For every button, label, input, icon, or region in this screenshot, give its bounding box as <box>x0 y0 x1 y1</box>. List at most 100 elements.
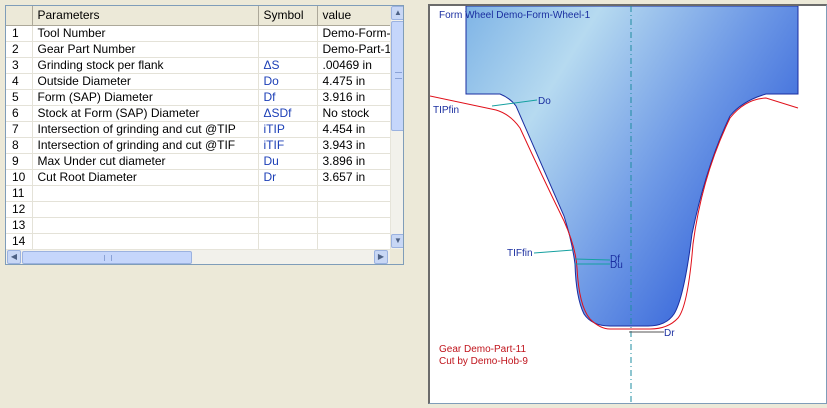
gear-part-label: Gear Demo-Part-11 <box>439 344 527 355</box>
horizontal-scroll-thumb[interactable] <box>22 251 192 264</box>
symbol-cell[interactable] <box>258 201 318 218</box>
scroll-right-button[interactable]: ▶ <box>374 250 388 264</box>
scroll-left-button[interactable]: ◀ <box>7 250 21 264</box>
symbol-cell[interactable]: iTIF <box>258 137 318 154</box>
value-cell[interactable] <box>317 185 391 202</box>
do-label: Do <box>538 96 551 107</box>
parameter-cell[interactable]: Stock at Form (SAP) Diameter <box>32 105 259 122</box>
value-cell[interactable]: 4.454 in <box>317 121 391 138</box>
column-header-parameters[interactable]: Parameters <box>32 6 259 26</box>
symbol-cell[interactable]: Du <box>258 153 318 170</box>
row-number-cell[interactable]: 9 <box>6 153 33 170</box>
value-cell[interactable]: .00469 in <box>317 57 391 74</box>
form-wheel-shape <box>465 6 799 327</box>
value-cell[interactable]: 4.475 in <box>317 73 391 90</box>
symbol-cell[interactable]: iTIP <box>258 121 318 138</box>
symbol-cell[interactable]: Dr <box>258 169 318 186</box>
table-row[interactable]: 13 <box>6 217 391 234</box>
row-number-cell[interactable]: 13 <box>6 217 33 234</box>
table-row[interactable]: 5 Form (SAP) Diameter Df 3.916 in <box>6 89 391 106</box>
triangle-right-icon: ▶ <box>377 252 385 261</box>
row-number-cell[interactable]: 8 <box>6 137 33 154</box>
table-row[interactable]: 3 Grinding stock per flank ΔS .00469 in <box>6 57 391 74</box>
form-wheel-drawing-panel[interactable]: Form Wheel Demo-Form-Wheel-1 TIPfin Do T… <box>428 4 827 404</box>
parameter-cell[interactable]: Outside Diameter <box>32 73 259 90</box>
parameter-cell[interactable]: Gear Part Number <box>32 41 259 58</box>
value-cell[interactable] <box>317 217 391 234</box>
parameter-grid[interactable]: Parameters Symbol value 1 Tool Number Demo… <box>5 5 404 265</box>
vertical-scrollbar[interactable]: ▲ ▼ <box>390 6 403 249</box>
row-number-cell[interactable]: 11 <box>6 185 33 202</box>
symbol-cell[interactable] <box>258 25 318 42</box>
scroll-up-button[interactable]: ▲ <box>391 6 403 20</box>
parameter-table: Parameters Symbol value 1 Tool Number Demo… <box>6 6 391 250</box>
header-row: Parameters Symbol value <box>6 6 391 26</box>
symbol-cell[interactable]: Do <box>258 73 318 90</box>
value-cell[interactable] <box>317 201 391 218</box>
scroll-down-button[interactable]: ▼ <box>391 234 403 248</box>
table-row[interactable]: 8 Intersection of grinding and cut @TIF iT… <box>6 137 391 154</box>
value-cell[interactable]: 3.896 in <box>317 153 391 170</box>
table-row[interactable]: 14 <box>6 233 391 250</box>
grip-icon <box>395 72 402 79</box>
value-cell[interactable]: 3.943 in <box>317 137 391 154</box>
parameter-cell[interactable]: Intersection of grinding and cut @TIP <box>32 121 259 138</box>
table-row[interactable]: 2 Gear Part Number Demo-Part-1 <box>6 41 391 58</box>
parameter-cell[interactable] <box>32 233 259 250</box>
column-header-value[interactable]: value <box>317 6 391 26</box>
triangle-up-icon: ▲ <box>394 8 402 17</box>
parameter-cell[interactable]: Form (SAP) Diameter <box>32 89 259 106</box>
cut-by-label: Cut by Demo-Hob-9 <box>439 356 528 367</box>
row-number-cell[interactable]: 1 <box>6 25 33 42</box>
table-row[interactable]: 10 Cut Root Diameter Dr 3.657 in <box>6 169 391 186</box>
table-row[interactable]: 4 Outside Diameter Do 4.475 in <box>6 73 391 90</box>
value-cell[interactable] <box>317 233 391 250</box>
row-number-cell[interactable]: 3 <box>6 57 33 74</box>
tiffin-label: TIFfin <box>507 248 533 259</box>
row-number-header[interactable] <box>6 6 33 26</box>
value-cell[interactable]: 3.657 in <box>317 169 391 186</box>
value-cell[interactable]: Demo-Form- <box>317 25 391 42</box>
value-cell[interactable]: No stock <box>317 105 391 122</box>
symbol-cell[interactable]: Df <box>258 89 318 106</box>
scroll-corner <box>390 249 403 264</box>
table-row[interactable]: 7 Intersection of grinding and cut @TIP iT… <box>6 121 391 138</box>
table-row[interactable]: 9 Max Under cut diameter Du 3.896 in <box>6 153 391 170</box>
value-cell[interactable]: Demo-Part-1 <box>317 41 391 58</box>
row-number-cell[interactable]: 7 <box>6 121 33 138</box>
drawing-title: Form Wheel Demo-Form-Wheel-1 <box>439 10 591 21</box>
parameter-cell[interactable]: Tool Number <box>32 25 259 42</box>
triangle-down-icon: ▼ <box>394 236 402 245</box>
row-number-cell[interactable]: 6 <box>6 105 33 122</box>
parameter-cell[interactable]: Grinding stock per flank <box>32 57 259 74</box>
parameter-cell[interactable] <box>32 217 259 234</box>
form-wheel-drawing: Form Wheel Demo-Form-Wheel-1 TIPfin Do T… <box>430 6 799 403</box>
parameter-cell[interactable]: Intersection of grinding and cut @TIF <box>32 137 259 154</box>
symbol-cell[interactable]: ΔSDf <box>258 105 318 122</box>
triangle-left-icon: ◀ <box>10 252 18 261</box>
row-number-cell[interactable]: 10 <box>6 169 33 186</box>
column-header-symbol[interactable]: Symbol <box>258 6 318 26</box>
row-number-cell[interactable]: 5 <box>6 89 33 106</box>
parameter-cell[interactable] <box>32 201 259 218</box>
row-number-cell[interactable]: 4 <box>6 73 33 90</box>
row-number-cell[interactable]: 2 <box>6 41 33 58</box>
symbol-cell[interactable] <box>258 41 318 58</box>
table-row[interactable]: 6 Stock at Form (SAP) Diameter ΔSDf No stoc… <box>6 105 391 122</box>
value-cell[interactable]: 3.916 in <box>317 89 391 106</box>
vertical-scroll-thumb[interactable] <box>391 21 403 131</box>
symbol-cell[interactable] <box>258 217 318 234</box>
row-number-cell[interactable]: 12 <box>6 201 33 218</box>
symbol-cell[interactable] <box>258 185 318 202</box>
table-row[interactable]: 11 <box>6 185 391 202</box>
horizontal-scrollbar[interactable]: ◀ ▶ <box>6 249 390 264</box>
parameter-cell[interactable]: Max Under cut diameter <box>32 153 259 170</box>
symbol-cell[interactable]: ΔS <box>258 57 318 74</box>
parameter-cell[interactable]: Cut Root Diameter <box>32 169 259 186</box>
parameter-cell[interactable] <box>32 185 259 202</box>
table-row[interactable]: 12 <box>6 201 391 218</box>
row-number-cell[interactable]: 14 <box>6 233 33 250</box>
table-row[interactable]: 1 Tool Number Demo-Form- <box>6 25 391 42</box>
symbol-cell[interactable] <box>258 233 318 250</box>
dr-label: Dr <box>664 328 675 339</box>
